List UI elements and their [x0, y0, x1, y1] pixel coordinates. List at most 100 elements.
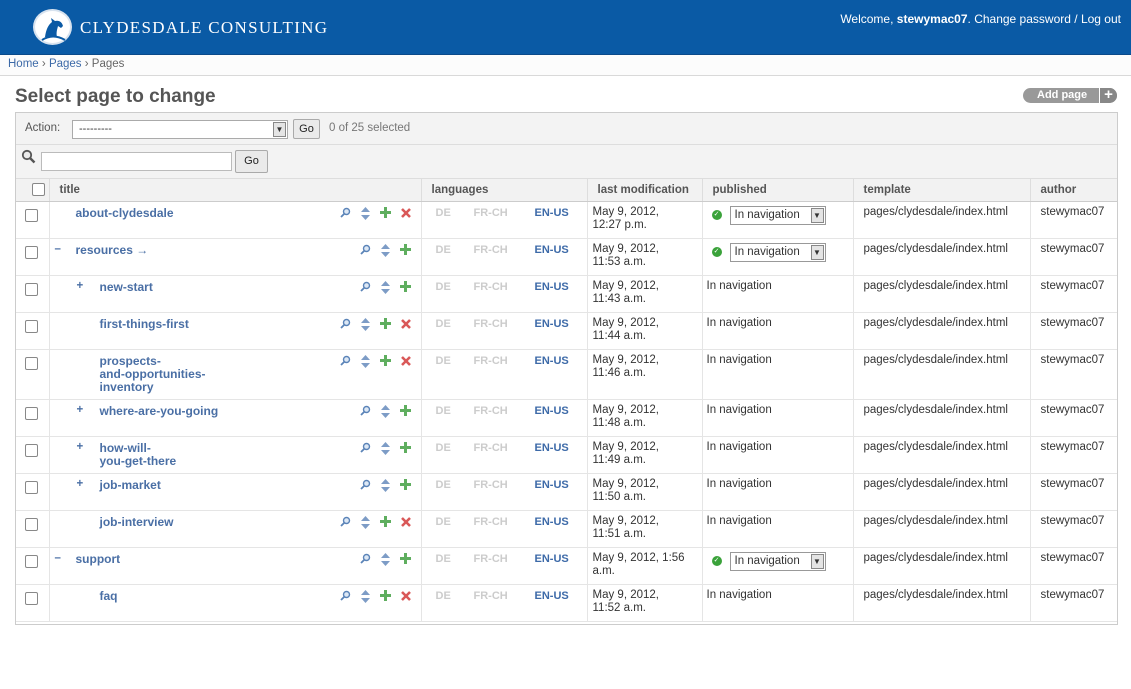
move-icon[interactable] [379, 441, 393, 456]
column-header-published[interactable]: published [701, 179, 853, 202]
expand-icon[interactable]: + [77, 441, 93, 453]
row-checkbox[interactable] [25, 443, 38, 457]
delete-icon[interactable] [399, 355, 413, 369]
add-child-icon[interactable] [399, 404, 413, 419]
view-icon[interactable] [359, 442, 373, 456]
view-icon[interactable] [359, 553, 373, 567]
language-en-us-link[interactable]: EN-US [535, 405, 569, 417]
language-en-us-link[interactable]: EN-US [535, 516, 569, 528]
search-input[interactable] [41, 152, 232, 171]
select-all-checkbox[interactable] [32, 183, 45, 197]
page-title-link[interactable]: how-will-you-get-there [100, 441, 177, 468]
horse-logo-icon[interactable] [33, 9, 72, 45]
language-de-link[interactable]: DE [436, 442, 474, 454]
row-checkbox[interactable] [25, 591, 38, 605]
language-en-us-link[interactable]: EN-US [535, 207, 569, 219]
row-checkbox[interactable] [25, 554, 38, 568]
language-fr-ch-link[interactable]: FR-CH [474, 355, 535, 367]
move-icon[interactable] [359, 206, 373, 221]
page-title-link[interactable]: where-are-you-going [100, 404, 219, 418]
add-child-icon[interactable] [379, 354, 393, 369]
published-select[interactable]: In navigation ▼ [729, 242, 826, 262]
expand-icon[interactable]: + [77, 478, 93, 490]
page-title-link[interactable]: new-start [100, 280, 153, 294]
language-en-us-link[interactable]: EN-US [535, 553, 569, 565]
row-checkbox[interactable] [25, 208, 38, 222]
add-child-icon[interactable] [399, 441, 413, 456]
action-select[interactable]: --------- ▼ [72, 120, 288, 139]
row-checkbox[interactable] [25, 517, 38, 531]
move-icon[interactable] [379, 280, 393, 295]
move-icon[interactable] [379, 243, 393, 258]
language-en-us-link[interactable]: EN-US [535, 244, 569, 256]
language-en-us-link[interactable]: EN-US [535, 590, 569, 602]
view-icon[interactable] [359, 479, 373, 493]
language-en-us-link[interactable]: EN-US [535, 318, 569, 330]
language-en-us-link[interactable]: EN-US [535, 355, 569, 367]
logout-link[interactable]: Log out [1081, 12, 1121, 26]
action-go-button[interactable]: Go [293, 119, 320, 139]
view-icon[interactable] [339, 207, 353, 221]
search-go-button[interactable]: Go [235, 150, 268, 173]
view-icon[interactable] [359, 405, 373, 419]
row-checkbox[interactable] [25, 282, 38, 296]
view-icon[interactable] [339, 318, 353, 332]
move-icon[interactable] [359, 589, 373, 604]
view-icon[interactable] [359, 244, 373, 258]
row-checkbox[interactable] [25, 356, 38, 370]
page-title-link[interactable]: prospects-and-opportunities-inventory [100, 354, 206, 394]
move-icon[interactable] [379, 478, 393, 493]
expand-icon[interactable]: + [77, 280, 93, 292]
collapse-icon[interactable]: – [55, 552, 71, 564]
column-header-title[interactable]: title [48, 179, 421, 202]
language-de-link[interactable]: DE [436, 479, 474, 491]
language-fr-ch-link[interactable]: FR-CH [474, 405, 535, 417]
delete-icon[interactable] [399, 318, 413, 332]
page-title-link[interactable]: support [76, 552, 121, 566]
published-select[interactable]: In navigation ▼ [729, 205, 826, 225]
change-password-link[interactable]: Change password [974, 12, 1071, 26]
column-header-last-modification[interactable]: last modification [586, 179, 702, 202]
delete-icon[interactable] [399, 516, 413, 530]
language-en-us-link[interactable]: EN-US [535, 281, 569, 293]
page-title-link[interactable]: faq [100, 589, 118, 603]
language-de-link[interactable]: DE [436, 244, 474, 256]
row-checkbox[interactable] [25, 245, 38, 259]
add-child-icon[interactable] [399, 243, 413, 258]
language-fr-ch-link[interactable]: FR-CH [474, 553, 535, 565]
add-child-icon[interactable] [379, 515, 393, 530]
move-icon[interactable] [359, 317, 373, 332]
page-title-link[interactable]: first-things-first [100, 317, 189, 331]
language-fr-ch-link[interactable]: FR-CH [474, 479, 535, 491]
move-icon[interactable] [379, 552, 393, 567]
language-de-link[interactable]: DE [436, 405, 474, 417]
page-title-link[interactable]: about-clydesdale [76, 206, 174, 220]
language-de-link[interactable]: DE [436, 207, 474, 219]
view-icon[interactable] [339, 590, 353, 604]
language-fr-ch-link[interactable]: FR-CH [474, 442, 535, 454]
view-icon[interactable] [339, 355, 353, 369]
page-title-link[interactable]: job-interview [100, 515, 174, 529]
published-select[interactable]: In navigation ▼ [729, 551, 826, 571]
language-en-us-link[interactable]: EN-US [535, 442, 569, 454]
row-checkbox[interactable] [25, 406, 38, 420]
add-child-icon[interactable] [379, 317, 393, 332]
language-fr-ch-link[interactable]: FR-CH [474, 281, 535, 293]
language-fr-ch-link[interactable]: FR-CH [474, 318, 535, 330]
breadcrumb-home[interactable]: Home [8, 58, 39, 70]
language-fr-ch-link[interactable]: FR-CH [474, 516, 535, 528]
row-checkbox[interactable] [25, 480, 38, 494]
add-page-button[interactable]: Add page + [1023, 87, 1117, 103]
language-fr-ch-link[interactable]: FR-CH [474, 590, 535, 602]
view-icon[interactable] [359, 281, 373, 295]
page-title-link[interactable]: resources → [76, 243, 149, 257]
move-icon[interactable] [379, 404, 393, 419]
add-child-icon[interactable] [379, 206, 393, 221]
language-de-link[interactable]: DE [436, 516, 474, 528]
breadcrumb-pages-app[interactable]: Pages [49, 58, 82, 70]
language-en-us-link[interactable]: EN-US [535, 479, 569, 491]
add-child-icon[interactable] [399, 552, 413, 567]
add-child-icon[interactable] [399, 280, 413, 295]
add-child-icon[interactable] [379, 589, 393, 604]
language-fr-ch-link[interactable]: FR-CH [474, 244, 535, 256]
